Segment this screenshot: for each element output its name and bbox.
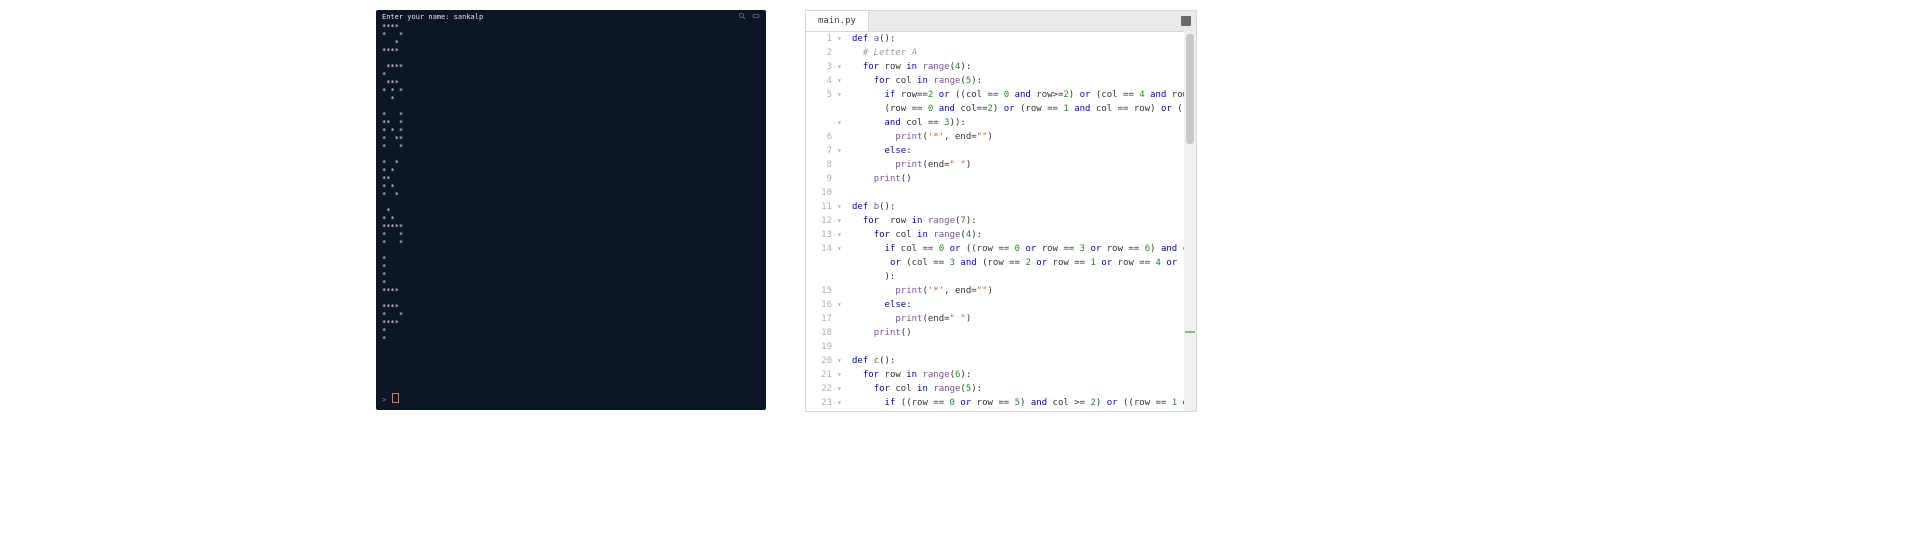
console-input-value: sankalp — [454, 13, 484, 21]
console-output: **** * * * **** **** * *** * * * * * * *… — [376, 23, 766, 343]
tab-menu-button[interactable] — [1176, 11, 1196, 31]
tab-bar: main.py — [806, 11, 1196, 32]
search-icon[interactable] — [738, 12, 746, 22]
console-panel: Enter your name: sankalp **** * * * ****… — [376, 10, 766, 410]
console-prompt-label: Enter your name: — [382, 13, 454, 21]
code-area[interactable]: 1234567891011121314151617181920212223242… — [806, 32, 1196, 412]
code-editor: main.py 12345678910111213141516171819202… — [805, 10, 1197, 412]
collapse-icon[interactable] — [752, 12, 760, 22]
fold-gutter[interactable]: ▾▾▾▾▾▾▾▾▾▾▾▾▾▾▾▾ — [836, 32, 848, 412]
tab-main-py[interactable]: main.py — [806, 10, 869, 31]
tab-label: main.py — [818, 14, 856, 28]
console-prompt-symbol: > — [382, 396, 390, 404]
scrollbar-marker — [1185, 331, 1195, 333]
console-header: Enter your name: sankalp — [376, 10, 766, 23]
cursor-icon — [392, 393, 399, 403]
code-content[interactable]: def a(): # Letter A for row in range(4):… — [848, 32, 1196, 412]
vertical-scrollbar[interactable] — [1184, 31, 1196, 411]
console-prompt[interactable]: > — [382, 393, 399, 404]
line-number-gutter: 1234567891011121314151617181920212223242… — [806, 32, 836, 412]
menu-icon — [1181, 16, 1191, 26]
scrollbar-thumb[interactable] — [1186, 34, 1194, 144]
